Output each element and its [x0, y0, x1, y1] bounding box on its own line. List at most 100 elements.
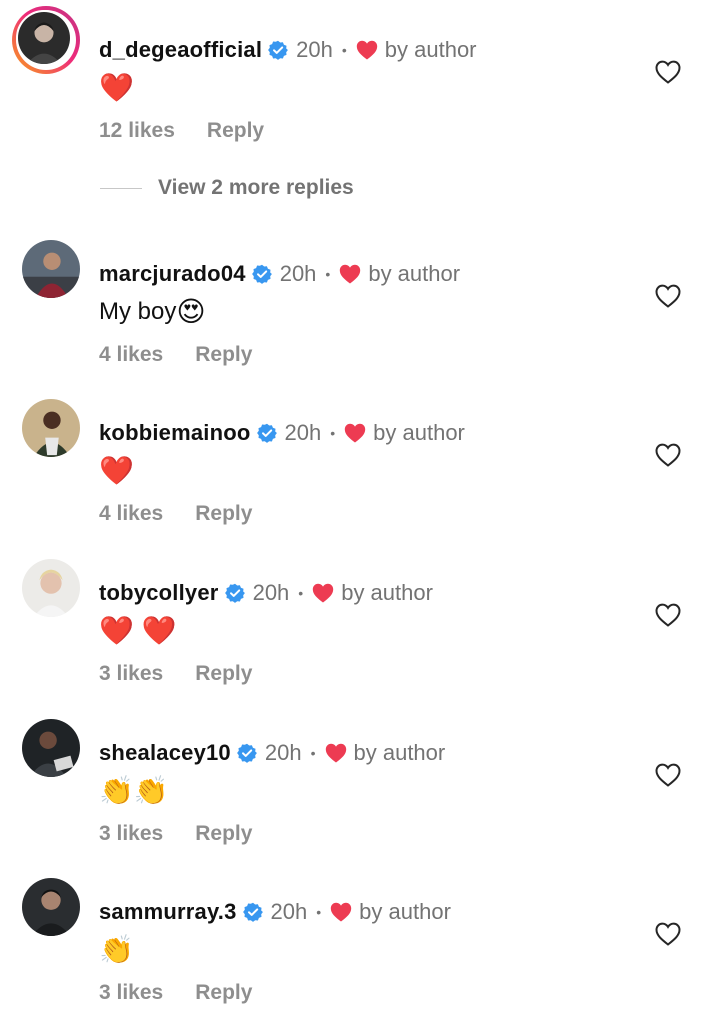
separator-dot: •	[316, 904, 322, 920]
verified-badge-icon	[256, 423, 277, 443]
view-more-replies[interactable]: View 2 more replies	[100, 172, 354, 204]
separator-dot: •	[310, 745, 316, 761]
verified-badge-icon	[236, 743, 257, 763]
separator-dot: •	[341, 42, 347, 58]
reply-button[interactable]: Reply	[195, 343, 252, 367]
heart-outline-icon[interactable]	[655, 443, 681, 467]
comment-item: tobycollyer 20h • by author ❤️ ❤️ 3 like…	[0, 555, 724, 705]
liked-by-author-label: by author	[384, 37, 477, 62]
likes-count[interactable]: 4 likes	[99, 502, 163, 526]
reply-button[interactable]: Reply	[195, 981, 252, 1005]
comment-item: marcjurado04 20h • by author My boy 😍 4 …	[0, 236, 724, 386]
liked-by-author-label: by author	[353, 740, 446, 765]
heart-filled-icon	[356, 40, 378, 60]
separator-dot: •	[325, 266, 331, 282]
avatar	[22, 240, 80, 298]
verified-badge-icon	[251, 264, 272, 284]
comment-item: shealacey10 20h • by author 👏👏 3 likes R…	[0, 715, 724, 865]
comment-text: My boy	[99, 298, 177, 325]
comment-emoji: ❤️	[99, 72, 134, 103]
comment-meta: 12 likes Reply	[99, 116, 264, 146]
comment-time: 20h	[252, 580, 290, 605]
comment-emoji: 👏	[99, 934, 134, 965]
heart-outline-icon[interactable]	[655, 603, 681, 627]
comment-time: 20h	[264, 740, 302, 765]
heart-filled-icon	[339, 264, 361, 284]
username[interactable]: kobbiemainoo	[99, 420, 251, 446]
reply-button[interactable]: Reply	[195, 662, 252, 686]
comment-emoji: 👏👏	[99, 775, 169, 806]
avatar	[16, 10, 72, 66]
comment-item: sammurray.3 20h • by author 👏 3 likes Re…	[0, 874, 724, 1024]
separator-dot: •	[330, 425, 336, 441]
heart-outline-icon[interactable]	[655, 922, 681, 946]
verified-badge-icon	[268, 40, 289, 60]
replies-divider-line	[100, 187, 142, 189]
username[interactable]: d_degeaofficial	[99, 37, 262, 63]
comment-body: ❤️	[99, 451, 138, 491]
comment-time: 20h	[284, 420, 322, 445]
comment-emoji: ❤️	[99, 455, 134, 486]
heart-filled-icon	[330, 902, 352, 922]
comment-time: 20h	[270, 899, 308, 924]
comment-body: ❤️ ❤️	[99, 611, 181, 651]
comment-body: 👏	[99, 930, 138, 970]
avatar-wrap[interactable]	[22, 878, 80, 936]
heart-filled-icon	[312, 583, 334, 603]
heart-outline-icon[interactable]	[655, 60, 681, 84]
comment-emoji: 😍	[176, 296, 206, 327]
comment-meta: 3 likes Reply	[99, 978, 252, 1008]
comment-header: sammurray.3 20h • by author	[99, 894, 451, 930]
avatar-wrap[interactable]	[22, 240, 80, 298]
heart-filled-icon	[325, 743, 347, 763]
comment-meta: 4 likes Reply	[99, 340, 252, 370]
likes-count[interactable]: 3 likes	[99, 822, 163, 846]
likes-count[interactable]: 3 likes	[99, 981, 163, 1005]
avatar-wrap[interactable]	[22, 399, 80, 457]
avatar-story-ring[interactable]	[12, 6, 80, 74]
avatar	[22, 719, 80, 777]
verified-badge-icon	[242, 902, 263, 922]
username[interactable]: sammurray.3	[99, 899, 237, 925]
comment-body: 👏👏	[99, 771, 173, 811]
comment-header: shealacey10 20h • by author	[99, 735, 445, 771]
separator-dot: •	[298, 585, 304, 601]
comment-time: 20h	[279, 261, 317, 286]
likes-count[interactable]: 12 likes	[99, 119, 175, 143]
reply-button[interactable]: Reply	[195, 502, 252, 526]
view-more-replies-label[interactable]: View 2 more replies	[158, 176, 354, 200]
comment-meta: 3 likes Reply	[99, 819, 252, 849]
avatar	[22, 559, 80, 617]
likes-count[interactable]: 3 likes	[99, 662, 163, 686]
comment-body: My boy 😍	[99, 292, 210, 332]
avatar	[22, 399, 80, 457]
liked-by-author-label: by author	[368, 261, 461, 286]
avatar	[22, 878, 80, 936]
username[interactable]: shealacey10	[99, 740, 231, 766]
comment-meta: 4 likes Reply	[99, 499, 252, 529]
username[interactable]: tobycollyer	[99, 580, 219, 606]
comment-item: d_degeaofficial 20h • by author ❤️ 12 li…	[0, 6, 724, 162]
reply-button[interactable]: Reply	[195, 822, 252, 846]
heart-outline-icon[interactable]	[655, 284, 681, 308]
likes-count[interactable]: 4 likes	[99, 343, 163, 367]
liked-by-author-label: by author	[373, 420, 465, 445]
heart-outline-icon[interactable]	[655, 763, 681, 787]
heart-filled-icon	[344, 423, 366, 443]
username[interactable]: marcjurado04	[99, 261, 246, 287]
verified-badge-icon	[224, 583, 245, 603]
comment-header: kobbiemainoo 20h • by author	[99, 415, 465, 451]
avatar-wrap[interactable]	[22, 559, 80, 617]
reply-button[interactable]: Reply	[207, 119, 264, 143]
comment-emoji: ❤️ ❤️	[99, 615, 177, 646]
comment-time: 20h	[296, 37, 333, 62]
comment-meta: 3 likes Reply	[99, 659, 252, 689]
avatar-wrap[interactable]	[22, 719, 80, 777]
comment-header: d_degeaofficial 20h • by author	[99, 32, 477, 68]
comment-item: kobbiemainoo 20h • by author ❤️ 4 likes …	[0, 395, 724, 545]
comment-body: ❤️	[99, 68, 138, 108]
comment-header: tobycollyer 20h • by author	[99, 575, 433, 611]
liked-by-author-label: by author	[359, 899, 451, 924]
liked-by-author-label: by author	[341, 580, 433, 605]
comment-header: marcjurado04 20h • by author	[99, 256, 460, 292]
